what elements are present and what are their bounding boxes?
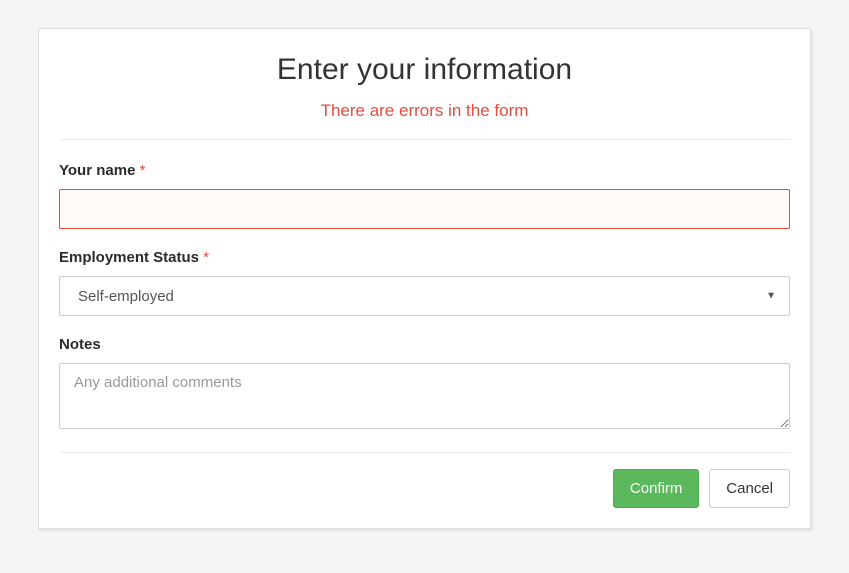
employment-label: Employment Status <box>59 249 199 266</box>
notes-label: Notes <box>59 336 101 353</box>
notes-textarea[interactable] <box>59 363 790 429</box>
employment-select[interactable]: Self-employed <box>59 276 790 316</box>
page-title: Enter your information <box>59 53 790 87</box>
name-label-row: Your name * <box>59 162 790 179</box>
confirm-button[interactable]: Confirm <box>613 469 700 508</box>
form-error-message: There are errors in the form <box>59 101 790 121</box>
employment-select-wrap: Self-employed ▼ <box>59 276 790 316</box>
name-group: Your name * <box>59 162 790 229</box>
required-mark: * <box>203 249 209 266</box>
required-mark: * <box>140 162 146 179</box>
notes-group: Notes <box>59 336 790 432</box>
employment-label-row: Employment Status * <box>59 249 790 266</box>
name-label: Your name <box>59 162 135 179</box>
notes-label-row: Notes <box>59 336 790 353</box>
divider <box>59 452 790 453</box>
button-row: Confirm Cancel <box>59 469 790 508</box>
employment-group: Employment Status * Self-employed ▼ <box>59 249 790 316</box>
cancel-button[interactable]: Cancel <box>709 469 790 508</box>
form-panel: Enter your information There are errors … <box>38 28 811 529</box>
name-input[interactable] <box>59 189 790 229</box>
panel-header: Enter your information There are errors … <box>59 47 790 140</box>
